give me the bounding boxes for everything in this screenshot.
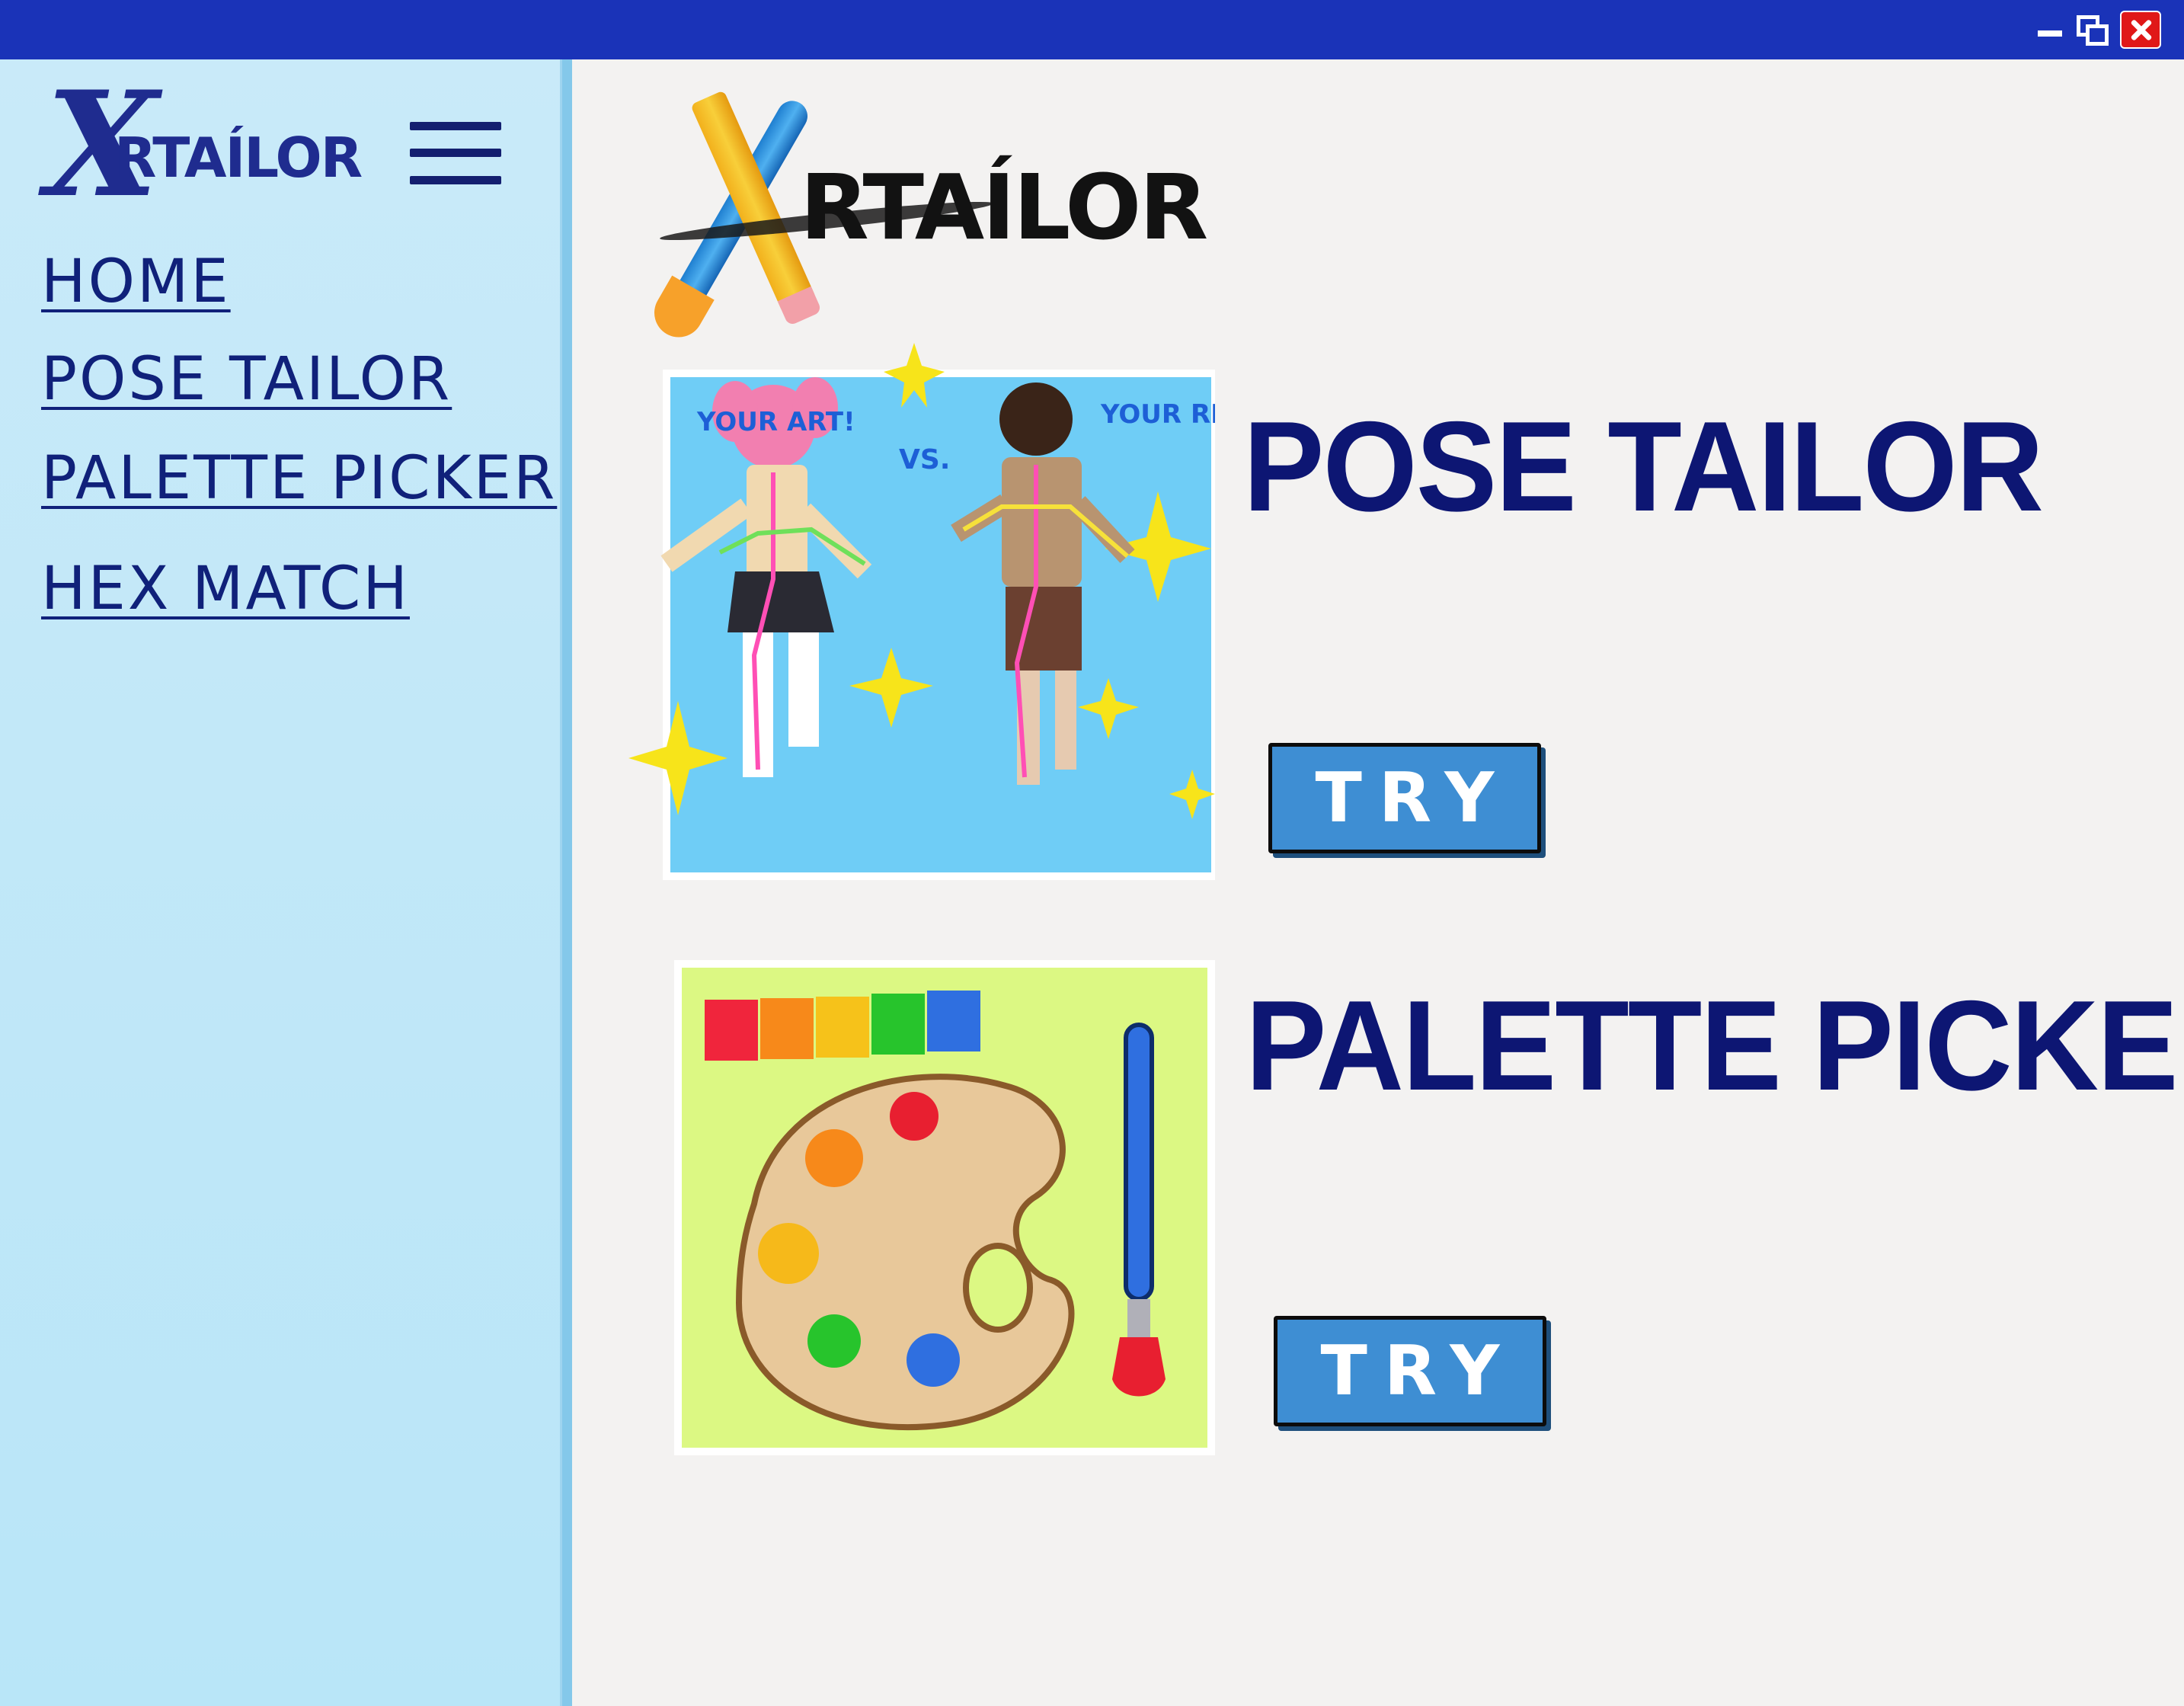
palette-picker-illustration — [674, 960, 1215, 1455]
sidebar-logo[interactable]: X RTAÍLOR — [30, 72, 363, 232]
pose-tailor-illustration: YOUR ART! VS. YOUR REF! — [628, 343, 1215, 880]
try-button-label: TRY — [1315, 758, 1511, 838]
swatch-orange — [760, 998, 814, 1059]
try-button-label: TRY — [1320, 1331, 1517, 1411]
nav-link-hex-match[interactable]: HEX MATCH — [41, 555, 410, 623]
logo-wordmark: RTAÍLOR — [114, 126, 363, 190]
illustration-label-vs: VS. — [899, 444, 950, 475]
minimize-icon[interactable] — [2036, 11, 2064, 47]
nav-link-home[interactable]: HOME — [41, 248, 231, 316]
nav-link-palette-picker[interactable]: PALETTE PICKER — [41, 444, 557, 513]
window-titlebar — [0, 0, 2184, 59]
try-palette-picker-button[interactable]: TRY — [1274, 1316, 1546, 1426]
try-pose-tailor-button[interactable]: TRY — [1268, 743, 1541, 853]
swatch-blue — [927, 991, 980, 1051]
main-logo-wordmark: RTAÍLOR — [800, 155, 1208, 260]
nav-link-pose-tailor[interactable]: POSE TAILOR — [41, 345, 452, 414]
hamburger-menu-icon[interactable] — [410, 122, 501, 184]
swatch-red — [705, 1000, 758, 1061]
close-icon[interactable] — [2120, 11, 2161, 49]
illustration-label-your-ref: YOUR REF! — [1100, 399, 1215, 430]
restore-icon[interactable] — [2074, 11, 2112, 47]
swatch-green — [871, 994, 925, 1055]
sidebar-divider — [560, 59, 572, 1706]
color-swatches — [705, 991, 980, 1061]
feature-title-palette-picker: PALETTE PICKER — [1245, 974, 2184, 1117]
illustration-label-your-art: YOUR ART! — [696, 407, 855, 437]
feature-title-pose-tailor: POSE TAILOR — [1243, 395, 2044, 538]
swatch-yellow — [816, 997, 869, 1058]
main-logo: RTAÍLOR — [644, 80, 1208, 324]
